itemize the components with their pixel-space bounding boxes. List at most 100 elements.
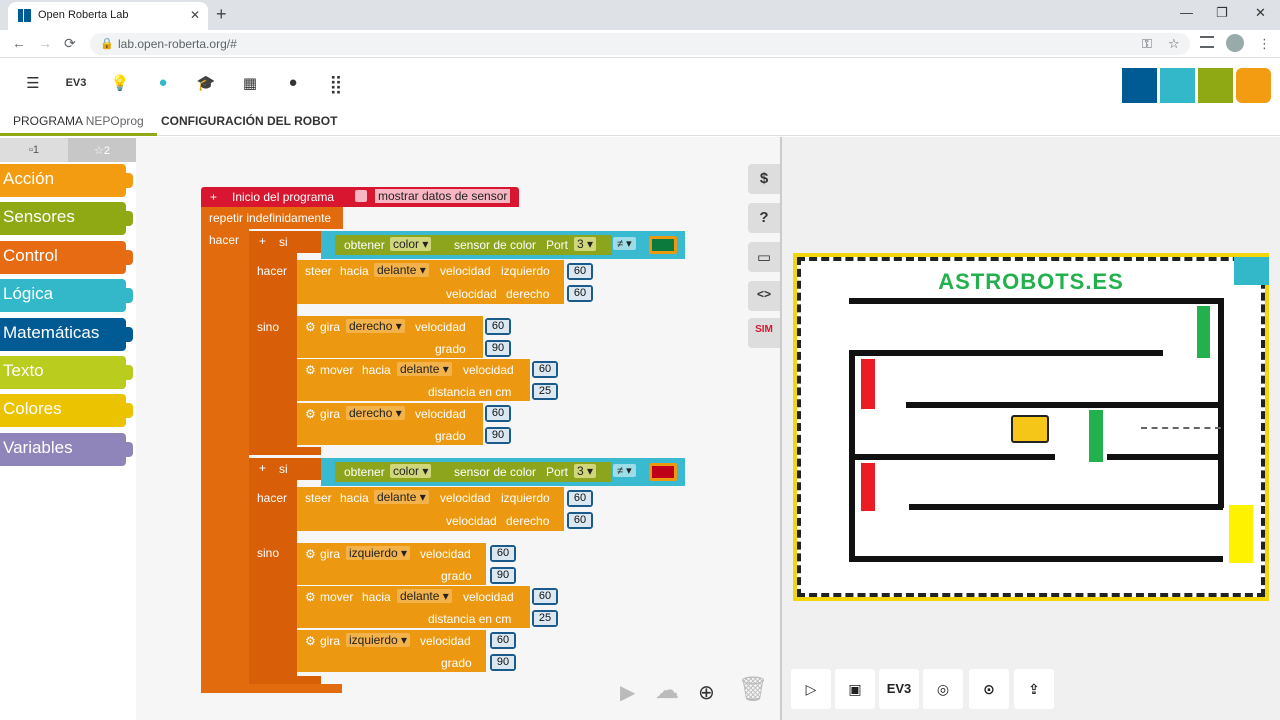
number-input[interactable]: 25: [532, 610, 558, 627]
code-dollar-button[interactable]: $: [748, 164, 780, 194]
address-bar[interactable]: 🔒 lab.open-roberta.org/#: [90, 33, 1190, 55]
number-input[interactable]: 90: [485, 427, 511, 444]
if1-plus-icon[interactable]: +: [259, 234, 266, 248]
move-block-1[interactable]: ⚙ mover hacia delante ▾ velocidad distan…: [297, 359, 530, 401]
turn-direction-dropdown[interactable]: izquierdo ▾: [346, 546, 411, 560]
number-input[interactable]: 60: [490, 632, 516, 649]
key-icon[interactable]: ⚿: [1142, 36, 1152, 52]
category-1[interactable]: Sensores: [0, 202, 133, 236]
tutorial-grid-icon[interactable]: ▦: [238, 74, 262, 92]
sim-robot-button[interactable]: EV3: [879, 669, 919, 709]
reading-list-icon[interactable]: [1200, 36, 1214, 48]
category-7[interactable]: Variables: [0, 432, 133, 466]
start-plus-icon[interactable]: +: [210, 190, 217, 204]
category-0[interactable]: Acción: [0, 164, 133, 197]
tab-robot-config[interactable]: CONFIGURACIÓN DEL ROBOT: [161, 114, 337, 128]
robot-menu-icon[interactable]: EV3: [64, 77, 88, 89]
number-input[interactable]: 60: [532, 588, 558, 605]
number-input[interactable]: 60: [532, 361, 558, 378]
number-input[interactable]: 25: [532, 383, 558, 400]
get-color-block-1[interactable]: obtener color ▾ sensor de color Port 3 ▾: [335, 235, 612, 255]
roberta-logo[interactable]: [1122, 68, 1274, 103]
mode-dropdown[interactable]: color ▾: [390, 464, 432, 478]
sim-pin-button[interactable]: ⊙: [969, 669, 1009, 709]
sim-image-button[interactable]: ▣: [835, 669, 875, 709]
close-window-button[interactable]: ✕: [1255, 5, 1266, 21]
turn-block-4[interactable]: ⚙ gira izquierdo ▾ velocidad grado: [297, 630, 486, 672]
number-input[interactable]: 60: [567, 285, 593, 302]
run-icon[interactable]: ▶: [620, 680, 635, 705]
number-input[interactable]: 60: [567, 263, 593, 280]
trash-icon[interactable]: 🗑: [738, 675, 768, 704]
back-icon[interactable]: ←: [12, 35, 26, 51]
robot[interactable]: [1011, 415, 1049, 443]
zoom-icon[interactable]: ⊕: [698, 680, 715, 705]
operator-dropdown[interactable]: ≠ ▾: [613, 464, 636, 477]
sim-reset-button[interactable]: ⇪: [1014, 669, 1054, 709]
new-tab-button[interactable]: +: [216, 4, 227, 25]
color-green-swatch[interactable]: [649, 236, 677, 254]
maximize-button[interactable]: ❐: [1216, 5, 1228, 21]
get-color-block-2[interactable]: obtener color ▾ sensor de color Port 3 ▾: [335, 462, 612, 482]
sim-play-button[interactable]: ▷: [791, 669, 831, 709]
steer-block-2[interactable]: steer hacia delante ▾ velocidad izquierd…: [297, 487, 564, 531]
direction-dropdown[interactable]: delante ▾: [374, 263, 429, 277]
turn-block-2[interactable]: ⚙ gira derecho ▾ velocidad grado: [297, 403, 483, 445]
number-input[interactable]: 90: [490, 567, 516, 584]
browser-tab[interactable]: Open Roberta Lab ✕: [8, 2, 208, 30]
close-tab-icon[interactable]: ✕: [190, 8, 200, 22]
mode-dropdown[interactable]: color ▾: [390, 237, 432, 251]
number-input[interactable]: 60: [485, 405, 511, 422]
level-2-button[interactable]: ☆2: [68, 138, 136, 162]
help-button[interactable]: ?: [748, 203, 780, 233]
number-input[interactable]: 60: [490, 545, 516, 562]
category-2[interactable]: Control: [0, 240, 133, 274]
tab-program[interactable]: PROGRAMA NEPOprog: [0, 110, 157, 136]
category-6[interactable]: Colores: [0, 394, 133, 428]
turn-direction-dropdown[interactable]: izquierdo ▾: [346, 633, 411, 647]
if-block-1[interactable]: + si: [249, 231, 321, 253]
number-input[interactable]: 60: [485, 318, 511, 335]
number-input[interactable]: 90: [490, 654, 516, 671]
source-code-button[interactable]: <>: [748, 281, 780, 311]
steer-block-1[interactable]: steer hacia delante ▾ velocidad izquierd…: [297, 260, 564, 304]
turn-direction-dropdown[interactable]: derecho ▾: [346, 406, 405, 420]
category-4[interactable]: Matemáticas: [0, 317, 133, 351]
compare-block-1[interactable]: obtener color ▾ sensor de color Port 3 ▾…: [321, 231, 685, 259]
move-block-2[interactable]: ⚙ mover hacia delante ▾ velocidad distan…: [297, 586, 530, 628]
turn-direction-dropdown[interactable]: derecho ▾: [346, 319, 405, 333]
operator-dropdown[interactable]: ≠ ▾: [613, 237, 636, 250]
level-1-button[interactable]: ▫1: [0, 138, 68, 162]
category-5[interactable]: Texto: [0, 356, 133, 389]
port-dropdown[interactable]: 3 ▾: [574, 237, 597, 251]
help-lightbulb-icon[interactable]: 💡: [108, 74, 132, 92]
if-block-2[interactable]: + si: [249, 458, 321, 480]
reload-icon[interactable]: ⟳: [64, 35, 76, 52]
category-3[interactable]: Lógica: [0, 279, 133, 313]
forward-icon[interactable]: →: [38, 35, 52, 51]
browser-menu-icon[interactable]: ⋮: [1258, 36, 1271, 52]
compare-block-2[interactable]: obtener color ▾ sensor de color Port 3 ▾…: [321, 458, 685, 486]
language-globe-icon[interactable]: ●: [281, 74, 305, 91]
apps-grid-icon[interactable]: ⣿: [324, 74, 348, 95]
bookmark-star-icon[interactable]: ☆: [1168, 36, 1180, 52]
move-direction-dropdown[interactable]: delante ▾: [397, 362, 452, 376]
number-input[interactable]: 90: [485, 340, 511, 357]
move-direction-dropdown[interactable]: delante ▾: [397, 589, 452, 603]
if2-plus-icon[interactable]: +: [259, 461, 266, 475]
user-icon[interactable]: ●: [151, 74, 175, 91]
simulation-board[interactable]: ASTROBOTS.ES: [793, 253, 1269, 601]
cloud-upload-icon[interactable]: ☁: [655, 676, 679, 705]
gallery-hat-icon[interactable]: 🎓: [194, 74, 218, 92]
turn-block-1[interactable]: ⚙ gira derecho ▾ velocidad grado: [297, 316, 483, 358]
start-block[interactable]: + Inicio del programa mostrar datos de s…: [201, 187, 519, 207]
avatar[interactable]: [1226, 34, 1244, 52]
number-input[interactable]: 60: [567, 490, 593, 507]
program-menu-icon[interactable]: ☰: [21, 74, 45, 92]
number-input[interactable]: 60: [567, 512, 593, 529]
chat-button[interactable]: ▭: [748, 242, 780, 272]
sim-button[interactable]: SIM: [748, 318, 780, 348]
sim-sound-button[interactable]: ◎: [923, 669, 963, 709]
minimize-button[interactable]: —: [1180, 5, 1193, 20]
direction-dropdown[interactable]: delante ▾: [374, 490, 429, 504]
